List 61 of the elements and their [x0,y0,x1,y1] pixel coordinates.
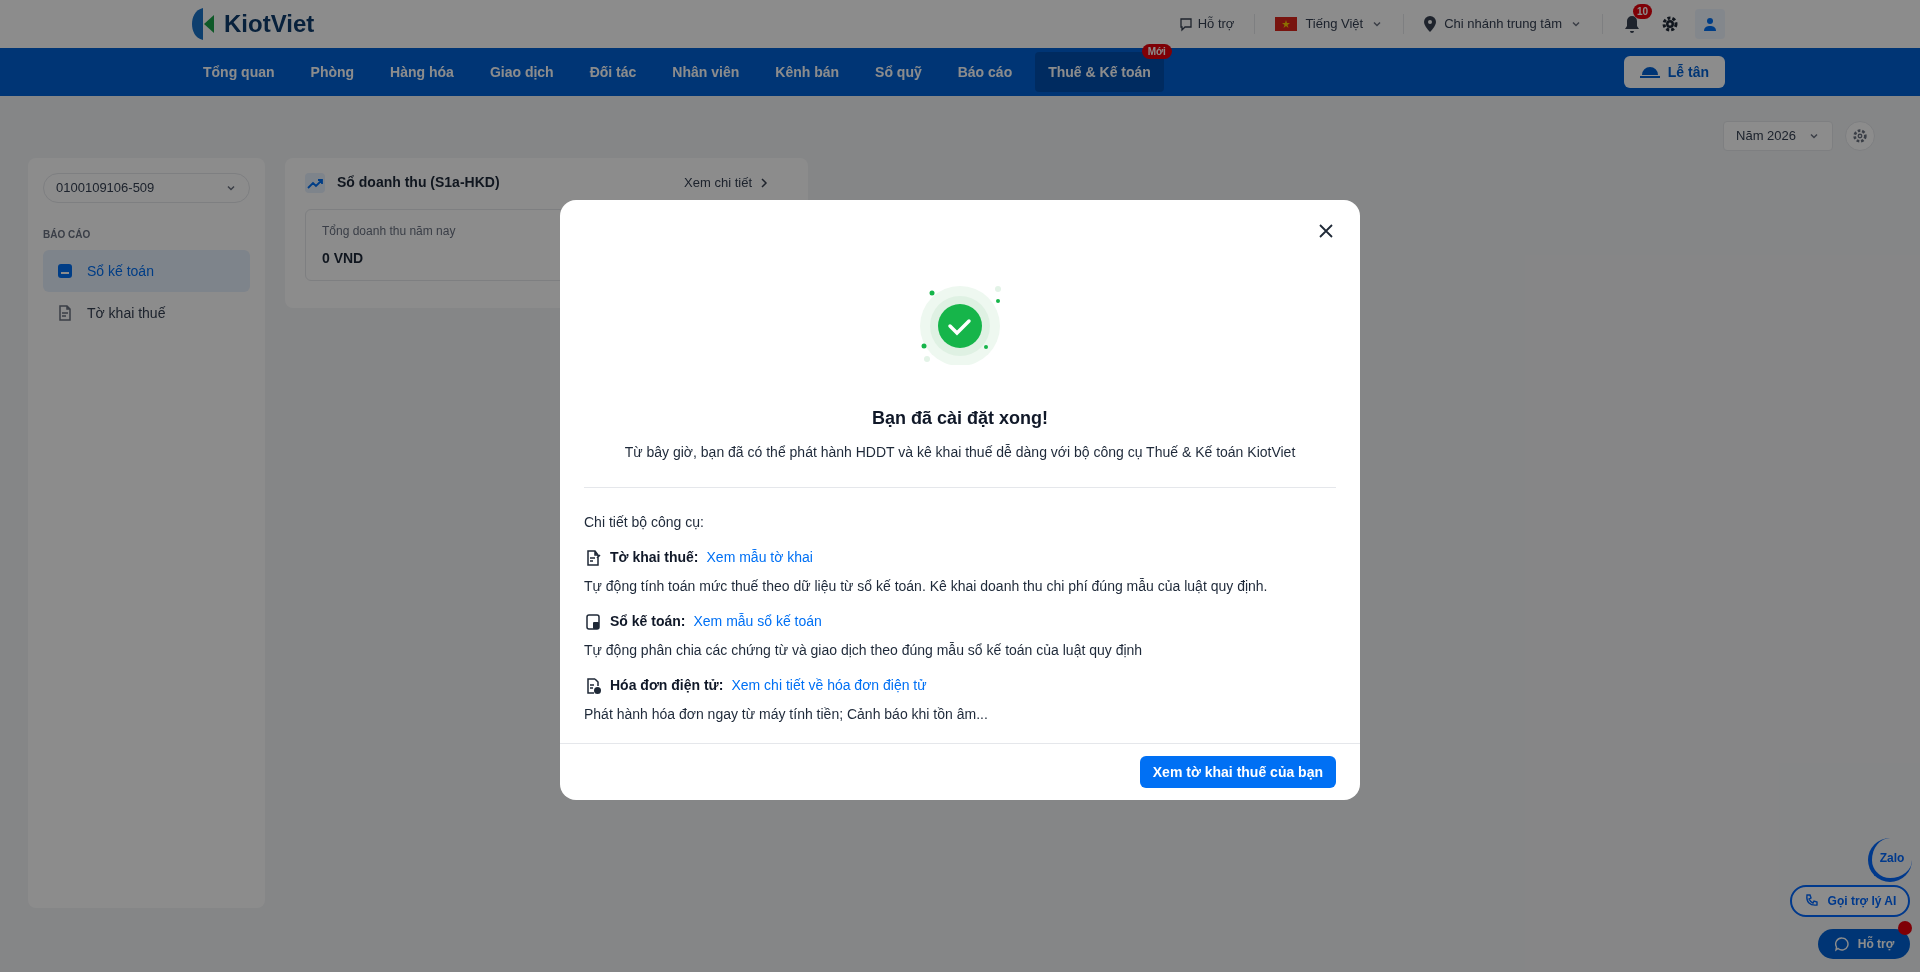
support-link[interactable]: Hỗ trợ [1177,14,1235,34]
bell-icon [1623,14,1641,34]
view-detail-link[interactable]: Xem chi tiết [684,172,768,193]
tool-link[interactable]: Xem mẫu tờ khai [706,547,813,568]
sidebar-item[interactable]: Sổ kế toán [43,250,250,292]
close-button[interactable] [1318,222,1336,240]
section-label: BÁO CÁO [43,227,92,242]
tool-name: Sổ kế toán: [610,612,686,631]
notification-badge: 10 [1633,4,1653,19]
tool-description: Tự động phân chia các chứng từ và giao dịch theo đúng mẫu sổ kế toán của luật quy định [584,641,1144,660]
chevron-right-icon [760,177,768,188]
nav-tab[interactable]: Tổng quan [190,52,288,92]
service-bell-icon [1639,65,1660,79]
year-select[interactable]: Năm 2026 [1723,121,1833,151]
modal-subtitle: Từ bây giờ, bạn đã có thể phát hành HDDT và kê khai thuế dễ dàng với bộ công cụ Thuế & Kế toán KiotViet [623,443,1297,462]
settings-button[interactable] [1845,121,1875,151]
chat-icon [1177,16,1194,32]
ai-call-button[interactable]: Gọi trợ lý AI [1790,885,1910,917]
reception-button[interactable]: Lễ tân [1623,56,1725,88]
settings-icon[interactable] [1661,15,1679,33]
invoice-icon [584,676,602,695]
tool-description: Phát hành hóa đơn ngay từ máy tính tiền; Cảnh báo khi tồn âm... [584,705,989,724]
nav-tab[interactable]: Giao dịch [476,52,567,92]
stat-value: 0 VND [322,249,365,268]
ledger-icon [55,261,75,281]
logo-icon [190,7,216,41]
stat-label: Tổng doanh thu năm nay [322,223,457,240]
nav-tab[interactable]: Nhân viên [659,52,753,92]
nav-tab[interactable]: Đối tác [576,52,650,92]
close-icon [1318,223,1334,239]
settings-icon [1852,128,1868,144]
tool-link[interactable]: Xem chi tiết về hóa đơn điện tử [731,675,927,696]
language-select[interactable]: Tiếng Việt [1275,14,1384,34]
chat-icon [1833,936,1850,952]
phone-icon [1803,893,1820,909]
flag-icon [1275,17,1298,31]
user-icon [1702,16,1718,32]
nav-tab[interactable]: Hàng hóa [377,52,467,92]
tool-link[interactable]: Xem mẫu sổ kế toán [693,611,822,632]
avatar-button[interactable] [1695,9,1725,39]
nav-tab[interactable]: Báo cáo [944,52,1026,92]
branch-select[interactable]: Chi nhánh trung tâm [1424,14,1582,34]
support-chat-button[interactable]: Hỗ trợ [1818,929,1910,959]
document-edit-icon [584,548,602,567]
tool-name: Hóa đơn điện tử: [610,676,724,695]
tool-description: Tự động tính toán mức thuế theo dữ liệu từ sổ kế toán. Kê khai doanh thu chi phí đúng mẫu của luật quy định. [584,577,1269,596]
nav-tab[interactable]: Kênh bán [762,52,853,92]
view-tax-form-button[interactable]: Xem tờ khai thuế của bạn [1139,756,1336,788]
nav-tab[interactable]: Phòng [297,52,368,92]
nav-tab[interactable]: Sổ quỹ [862,52,935,92]
sidebar-item[interactable]: Tờ khai thuế [43,292,250,334]
tool-name: Tờ khai thuế: [610,548,699,567]
logo-text: KiotViet [224,9,315,39]
card-title: Sổ doanh thu (S1a-HKD) [337,173,500,192]
location-pin-icon [1424,16,1437,32]
notification-button[interactable] [1623,14,1641,34]
new-badge: Mới [1141,44,1172,59]
modal-title: Bạn đã cài đặt xong! [871,407,1049,430]
ledger-icon [584,612,602,631]
details-heading: Chi tiết bộ công cụ: [584,513,705,532]
trend-chart-icon [305,172,325,193]
